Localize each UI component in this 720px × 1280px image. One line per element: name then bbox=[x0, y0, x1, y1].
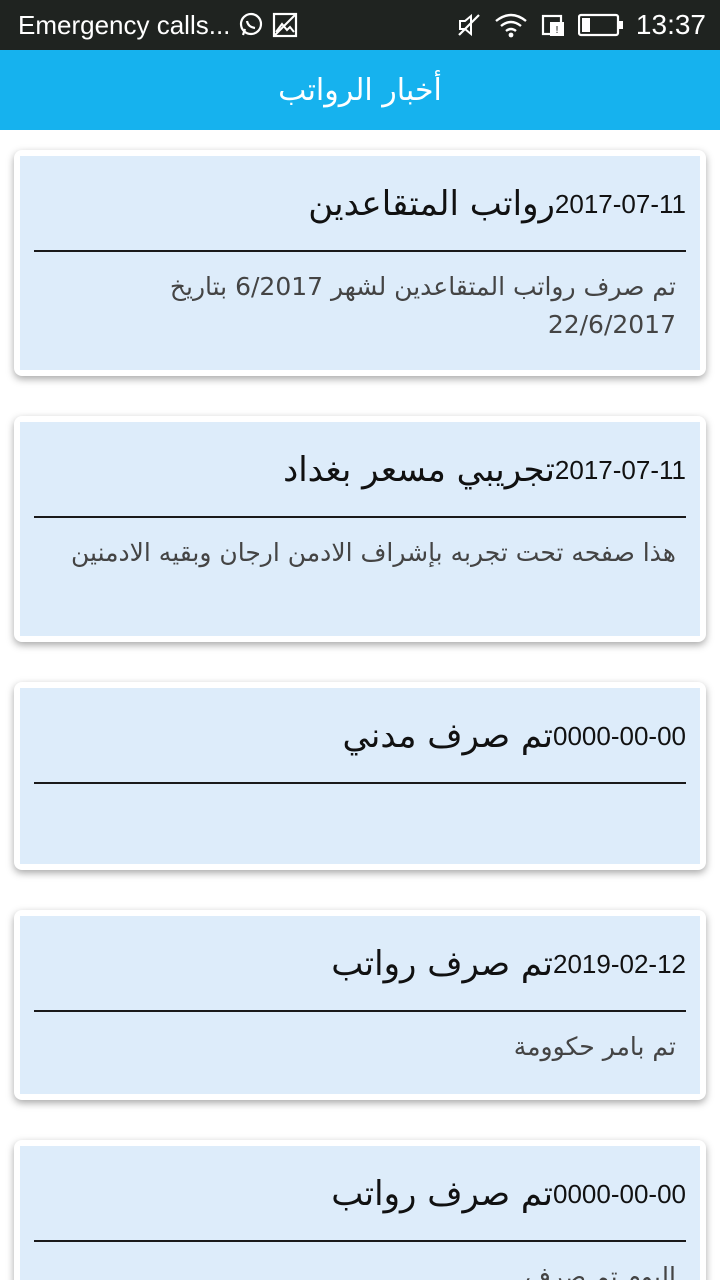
news-title: تم صرف مدني bbox=[342, 716, 553, 756]
news-card-header: تم صرف رواتب 0000-00-00 bbox=[20, 1146, 700, 1242]
news-feed[interactable]: رواتب المتقاعدين 2017-07-11 تم صرف رواتب… bbox=[0, 130, 720, 1280]
news-body: اليوم تم صرف bbox=[525, 1262, 676, 1280]
news-date: 0000-00-00 bbox=[553, 1178, 686, 1209]
status-right: ! 13:37 bbox=[444, 9, 706, 41]
news-card[interactable]: تم صرف رواتب 0000-00-00 اليوم تم صرف bbox=[14, 1140, 706, 1280]
app-title: أخبار الرواتب bbox=[278, 72, 442, 108]
news-date: 2017-07-11 bbox=[554, 454, 686, 485]
news-card-content: تم صرف مدني 0000-00-00 bbox=[20, 688, 700, 864]
news-title: رواتب المتقاعدين bbox=[308, 184, 555, 224]
sim-icon: ! bbox=[540, 12, 566, 38]
news-card-content: تم صرف رواتب 2019-02-12 تم بامر حكوومة bbox=[20, 916, 700, 1094]
news-divider bbox=[34, 782, 686, 784]
news-date: 2017-07-11 bbox=[554, 188, 686, 219]
news-card[interactable]: تجريبي مسعر بغداد 2017-07-11 هذا صفحه تح… bbox=[14, 416, 706, 642]
news-body: تم صرف رواتب المتقاعدين لشهر 6/2017 بتار… bbox=[169, 272, 676, 339]
news-divider bbox=[34, 516, 686, 518]
news-divider bbox=[34, 1240, 686, 1242]
status-bar: Emergency calls... ! 13:37 bbox=[0, 0, 720, 50]
svg-text:!: ! bbox=[555, 25, 559, 36]
news-card[interactable]: رواتب المتقاعدين 2017-07-11 تم صرف رواتب… bbox=[14, 150, 706, 376]
app-bar: أخبار الرواتب bbox=[0, 50, 720, 130]
news-body: هذا صفحه تحت تجربه بإشراف الادمن ارجان و… bbox=[71, 538, 676, 567]
news-card-content: تجريبي مسعر بغداد 2017-07-11 هذا صفحه تح… bbox=[20, 422, 700, 636]
image-icon bbox=[272, 12, 298, 38]
news-card-header: تم صرف رواتب 2019-02-12 bbox=[20, 916, 700, 1012]
status-left: Emergency calls... bbox=[18, 10, 444, 41]
news-title: تجريبي مسعر بغداد bbox=[283, 450, 555, 490]
whatsapp-icon bbox=[238, 12, 264, 38]
news-date: 0000-00-00 bbox=[553, 720, 686, 751]
news-title: تم صرف رواتب bbox=[331, 1174, 553, 1214]
clock: 13:37 bbox=[635, 9, 706, 40]
news-date: 2019-02-12 bbox=[553, 948, 686, 979]
notification-text: Emergency calls... bbox=[18, 9, 231, 40]
news-divider bbox=[34, 1010, 686, 1012]
battery-icon bbox=[577, 13, 624, 37]
news-divider bbox=[34, 250, 686, 252]
news-card-content: رواتب المتقاعدين 2017-07-11 تم صرف رواتب… bbox=[20, 156, 700, 370]
news-title: تم صرف رواتب bbox=[331, 944, 553, 984]
news-card-content: تم صرف رواتب 0000-00-00 اليوم تم صرف bbox=[20, 1146, 700, 1280]
news-card-header: تجريبي مسعر بغداد 2017-07-11 bbox=[20, 422, 700, 518]
news-card[interactable]: تم صرف رواتب 2019-02-12 تم بامر حكوومة bbox=[14, 910, 706, 1100]
news-card-header: تم صرف مدني 0000-00-00 bbox=[20, 688, 700, 784]
mute-icon bbox=[456, 12, 482, 38]
wifi-icon bbox=[494, 12, 528, 38]
news-body: تم بامر حكوومة bbox=[513, 1032, 676, 1061]
news-card[interactable]: تم صرف مدني 0000-00-00 bbox=[14, 682, 706, 870]
news-card-header: رواتب المتقاعدين 2017-07-11 bbox=[20, 156, 700, 252]
